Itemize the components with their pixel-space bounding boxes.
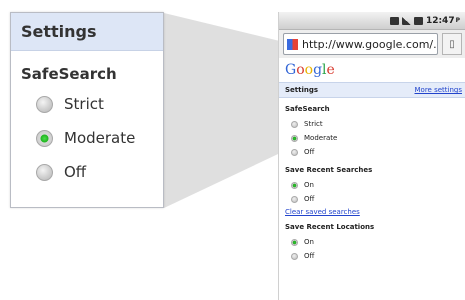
safesearch-option-off[interactable]: Off bbox=[291, 145, 465, 159]
option-label: Strict bbox=[64, 95, 104, 113]
safesearch-option-strict[interactable]: Strict bbox=[291, 117, 465, 131]
radio-off[interactable] bbox=[291, 252, 298, 260]
recent-locations-title: Save Recent Locations bbox=[285, 223, 375, 231]
option-label: Moderate bbox=[64, 129, 136, 147]
recent-searches-option-off[interactable]: Off bbox=[291, 192, 465, 206]
radio-strict[interactable] bbox=[36, 95, 53, 113]
url-bar[interactable]: http://www.google.com/... bbox=[283, 33, 438, 55]
recent-locations-option-on[interactable]: On bbox=[291, 235, 465, 249]
bookmark-icon[interactable]: ▯ bbox=[442, 33, 462, 55]
settings-bar: Settings More settings bbox=[279, 82, 465, 98]
url-row: http://www.google.com/... ▯ bbox=[279, 30, 465, 58]
option-label: Off bbox=[304, 148, 315, 156]
callout-option-off[interactable]: Off bbox=[36, 159, 163, 185]
option-label: Strict bbox=[304, 120, 323, 128]
option-label: Off bbox=[64, 163, 87, 181]
recent-searches-option-on[interactable]: On bbox=[291, 178, 465, 192]
google-logo: Google bbox=[285, 62, 335, 78]
status-time: 12:47 bbox=[425, 15, 455, 26]
settings-title: Settings bbox=[285, 86, 319, 94]
radio-moderate[interactable] bbox=[36, 129, 53, 147]
option-label: Off bbox=[304, 252, 315, 260]
phone-screen: 12:47 P http://www.google.com/... ▯ Goog… bbox=[278, 12, 465, 300]
callout-option-strict[interactable]: Strict bbox=[36, 91, 163, 117]
radio-off[interactable] bbox=[291, 195, 298, 203]
clear-saved-searches-link[interactable]: Clear saved searches bbox=[285, 208, 465, 216]
status-bar: 12:47 P bbox=[279, 12, 465, 30]
safesearch-option-moderate[interactable]: Moderate bbox=[291, 131, 465, 145]
safesearch-title: SafeSearch bbox=[285, 105, 330, 113]
status-time-suffix: P bbox=[455, 17, 460, 24]
callout-section-title: SafeSearch bbox=[21, 65, 117, 83]
favicon-icon bbox=[287, 38, 298, 50]
callout-header: Settings bbox=[11, 13, 163, 51]
usb-icon bbox=[389, 16, 399, 25]
radio-off[interactable] bbox=[36, 163, 53, 181]
callout-option-moderate[interactable]: Moderate bbox=[36, 125, 163, 151]
battery-icon bbox=[413, 16, 423, 25]
signal-icon bbox=[401, 16, 411, 25]
radio-strict[interactable] bbox=[291, 120, 298, 128]
radio-on[interactable] bbox=[291, 238, 298, 246]
recent-locations-option-off[interactable]: Off bbox=[291, 249, 465, 263]
radio-off[interactable] bbox=[291, 148, 298, 156]
option-label: On bbox=[304, 238, 314, 246]
radio-moderate[interactable] bbox=[291, 134, 298, 142]
radio-on[interactable] bbox=[291, 181, 298, 189]
option-label: Moderate bbox=[304, 134, 338, 142]
more-settings-link[interactable]: More settings bbox=[415, 86, 463, 94]
option-label: Off bbox=[304, 195, 315, 203]
option-label: On bbox=[304, 181, 314, 189]
recent-searches-title: Save Recent Searches bbox=[285, 166, 373, 174]
zoom-callout: Settings SafeSearch Strict Moderate Off bbox=[10, 12, 164, 208]
url-text: http://www.google.com/... bbox=[302, 37, 438, 51]
